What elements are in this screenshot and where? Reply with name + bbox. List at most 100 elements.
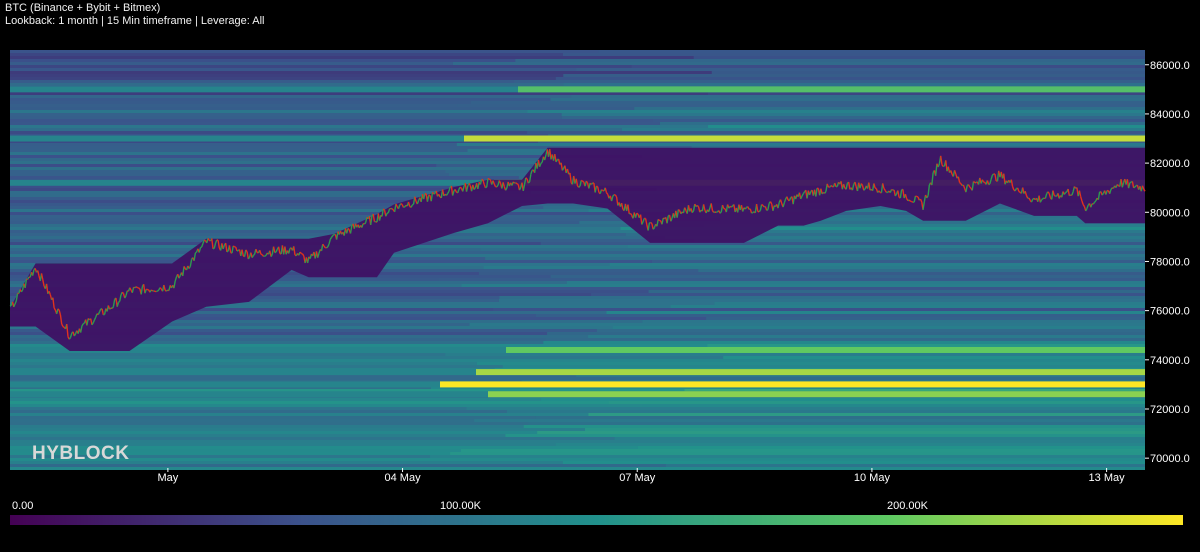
plot-area bbox=[10, 50, 1146, 470]
heatmap-cell-segment bbox=[698, 269, 1145, 272]
price-candle bbox=[540, 161, 543, 164]
liquidation-band-hot bbox=[488, 391, 1145, 398]
heatmap-cell-segment bbox=[498, 299, 1145, 302]
heatmap-cell-segment bbox=[514, 80, 1145, 83]
heatmap-cell-segment bbox=[445, 353, 1145, 356]
x-tick-label: May bbox=[157, 472, 178, 484]
price-candle bbox=[942, 165, 945, 168]
heatmap-cell-segment bbox=[493, 308, 1146, 311]
heatmap-cell-segment bbox=[566, 281, 1145, 284]
heatmap-cell-segment bbox=[714, 302, 1145, 305]
price-candle bbox=[481, 178, 484, 181]
heatmap-cell-segment bbox=[670, 305, 1145, 308]
colorbar-tick-label: 100.00K bbox=[440, 500, 482, 512]
price-candle bbox=[1116, 183, 1120, 187]
liquidation-band-hot bbox=[464, 135, 1145, 142]
price-candle bbox=[62, 325, 65, 328]
heatmap-cell-segment bbox=[584, 254, 1145, 257]
price-candle bbox=[580, 179, 583, 182]
heatmap-cell-segment bbox=[460, 449, 1145, 452]
price-candle bbox=[751, 211, 754, 214]
colorbar-tick-label: 0.00 bbox=[12, 500, 33, 512]
price-candle bbox=[719, 211, 722, 214]
price-candle bbox=[525, 177, 528, 180]
heatmap-cell-segment bbox=[527, 110, 1145, 113]
heatmap-cell-segment bbox=[535, 314, 1145, 317]
heatmap-cell-segment bbox=[535, 416, 1145, 419]
heatmap-cell-segment bbox=[596, 329, 1145, 332]
price-candle bbox=[274, 251, 277, 254]
price-candle bbox=[766, 209, 769, 211]
price-candle bbox=[830, 185, 833, 187]
price-candle bbox=[761, 203, 764, 206]
price-candle bbox=[433, 192, 436, 195]
price-candle bbox=[147, 288, 149, 291]
price-candle bbox=[1133, 186, 1136, 189]
heatmap-cell-segment bbox=[652, 119, 1145, 122]
heatmap-cell-segment bbox=[612, 326, 1145, 329]
x-tick-label: 10 May bbox=[854, 472, 891, 484]
price-candle bbox=[382, 208, 386, 211]
heatmap-cell-segment bbox=[689, 440, 1145, 443]
price-candle bbox=[150, 289, 153, 292]
price-candle bbox=[226, 250, 229, 253]
heatmap-cell-segment bbox=[525, 458, 1145, 461]
price-candle bbox=[874, 187, 877, 190]
heatmap-cell-segment bbox=[502, 365, 1145, 368]
price-candle bbox=[411, 203, 414, 206]
heatmap-cell-segment bbox=[456, 143, 1145, 146]
price-candle bbox=[57, 308, 60, 311]
price-candle bbox=[1065, 191, 1068, 194]
price-candle bbox=[601, 189, 604, 192]
heatmap-cell-segment bbox=[515, 59, 1145, 62]
x-tick-label: 07 May bbox=[619, 472, 656, 484]
heatmap-cell-segment bbox=[571, 95, 1145, 98]
colorbar-gradient bbox=[10, 515, 1183, 525]
heatmap-cell-segment bbox=[563, 74, 1145, 77]
price-candle bbox=[212, 247, 215, 250]
price-candle bbox=[758, 209, 761, 213]
heatmap-cell-segment bbox=[588, 413, 1145, 416]
price-candle bbox=[715, 211, 718, 214]
liquidation-heatmap[interactable]: 86000.0 84000.0 82000.0 80000.0 78000.0 76000… bbox=[0, 0, 1200, 490]
heatmap-cell-segment bbox=[555, 443, 1145, 446]
heatmap-cell-segment bbox=[665, 464, 1145, 467]
y-tick-label: 82000.0 bbox=[1150, 158, 1190, 170]
price-candle bbox=[82, 322, 85, 325]
heatmap-cell-segment bbox=[609, 263, 1145, 266]
heatmap-cell-segment bbox=[505, 434, 1146, 437]
price-candle bbox=[677, 208, 681, 212]
y-tick-label: 74000.0 bbox=[1150, 355, 1190, 367]
heatmap-cell-segment bbox=[480, 248, 1146, 251]
x-tick-label: 13 May bbox=[1089, 472, 1126, 484]
liquidation-band-hot bbox=[476, 369, 1145, 376]
y-tick-label: 76000.0 bbox=[1150, 306, 1190, 318]
price-candle bbox=[988, 183, 991, 186]
heatmap-cell-segment bbox=[469, 323, 1145, 326]
heatmap-cell-segment bbox=[591, 293, 1145, 296]
price-candle bbox=[159, 287, 162, 290]
price-candle bbox=[590, 182, 594, 185]
liquidation-band-hot bbox=[506, 346, 1145, 353]
heatmap-cell-segment bbox=[707, 344, 1145, 347]
colorbar: 0.00 100.00K 200.00K bbox=[10, 500, 1183, 525]
heatmap-cell-segment bbox=[723, 356, 1145, 359]
price-candle bbox=[744, 206, 748, 210]
heatmap-cell-segment bbox=[478, 272, 1145, 275]
heatmap-cell-segment bbox=[576, 68, 1145, 71]
heatmap-cell-segment bbox=[615, 377, 1145, 380]
heatmap-cell-segment bbox=[483, 266, 1145, 269]
price-candle bbox=[730, 205, 734, 208]
price-candle bbox=[473, 187, 476, 190]
heatmap-cell-segment bbox=[561, 116, 1145, 119]
heatmap-cell-segment bbox=[524, 251, 1145, 254]
price-candle bbox=[400, 203, 403, 206]
price-candle bbox=[915, 195, 917, 198]
heatmap-cell-segment bbox=[693, 56, 1145, 59]
price-candle bbox=[1069, 194, 1071, 197]
heatmap-cell-segment bbox=[461, 284, 1145, 287]
heatmap-cell-segment bbox=[528, 422, 1145, 425]
price-candle bbox=[200, 246, 203, 249]
y-tick-label: 78000.0 bbox=[1150, 256, 1190, 268]
price-candle bbox=[485, 186, 488, 189]
